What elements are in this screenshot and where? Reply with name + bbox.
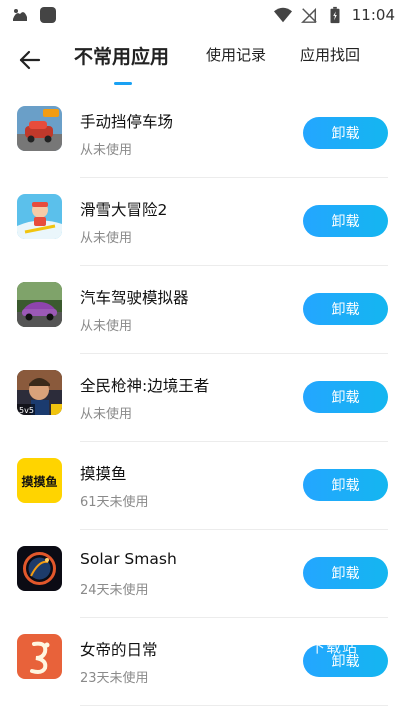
uninstall-button[interactable]: 卸载 [303,205,388,237]
app-usage: 从未使用 [80,231,133,246]
uninstall-button[interactable]: 卸载 [303,117,388,149]
app-name: 滑雪大冒险2 [80,201,168,219]
notification-square-icon [40,7,56,23]
list-item: 5v5 全民枪神:边境王者 从未使用 卸载 [0,354,405,442]
planet-explosion-icon[interactable] [17,546,62,591]
app-name: 女帝的日常 [80,641,158,659]
battery-icon [330,6,340,24]
back-arrow-icon[interactable] [16,46,44,74]
uninstall-button[interactable]: 卸载 [303,293,388,325]
list-item: 手动挡停车场 从未使用 卸载 [0,90,405,178]
app-usage: 从未使用 [80,143,133,158]
list-item: 滑雪大冒险2 从未使用 卸载 [0,178,405,266]
purple-car-icon[interactable] [17,282,62,327]
momoyu-logo-text: 摸摸鱼 [21,474,57,489]
list-item: 女帝的日常 23天未使用 卸载 [0,618,405,706]
app-usage: 61天未使用 [80,495,149,510]
list-item: 汽车驾驶模拟器 从未使用 卸载 [0,266,405,354]
active-tab-indicator [114,82,132,85]
app-usage: 从未使用 [80,407,133,422]
divider [80,705,388,706]
app-name: 摸摸鱼 [80,465,127,483]
tab-usage-history[interactable]: 使用记录 [206,44,266,65]
app-usage: 23天未使用 [80,671,149,686]
app-usage: 从未使用 [80,319,133,334]
app-header: 不常用应用 使用记录 应用找回 [0,32,405,88]
ski-adventure-icon[interactable] [17,194,62,239]
status-time: 11:04 [351,6,395,24]
tab-unused-apps[interactable]: 不常用应用 [74,42,169,69]
app-name: 全民枪神:边境王者 [80,377,210,395]
list-item: Solar Smash 24天未使用 卸载 [0,530,405,618]
list-item: 摸摸鱼 摸摸鱼 61天未使用 卸载 [0,442,405,530]
status-bar: 11:04 [0,0,405,32]
app-usage: 24天未使用 [80,583,149,598]
uninstall-button[interactable]: 卸载 [303,557,388,589]
shooter-hero-icon[interactable]: 5v5 [17,370,62,415]
status-right: 11:04 [273,5,395,25]
app-name: Solar Smash [80,550,177,568]
parking-car-game-icon[interactable] [17,106,62,151]
uninstall-button[interactable]: 卸载 [303,469,388,501]
no-signal-icon [300,7,317,23]
app-name: 手动挡停车场 [80,113,174,131]
uninstall-button[interactable]: 卸载 [303,645,388,677]
momoyu-logo-icon[interactable]: 摸摸鱼 [17,458,62,503]
wifi-icon [273,7,292,23]
shooter-badge-text: 5v5 [19,406,34,415]
app-name: 汽车驾驶模拟器 [80,289,189,307]
uninstall-button[interactable]: 卸载 [303,381,388,413]
orange-emblem-icon[interactable] [17,634,62,679]
tab-app-recovery[interactable]: 应用找回 [300,44,360,65]
notification-app-icon [13,9,27,21]
status-left [10,5,58,25]
